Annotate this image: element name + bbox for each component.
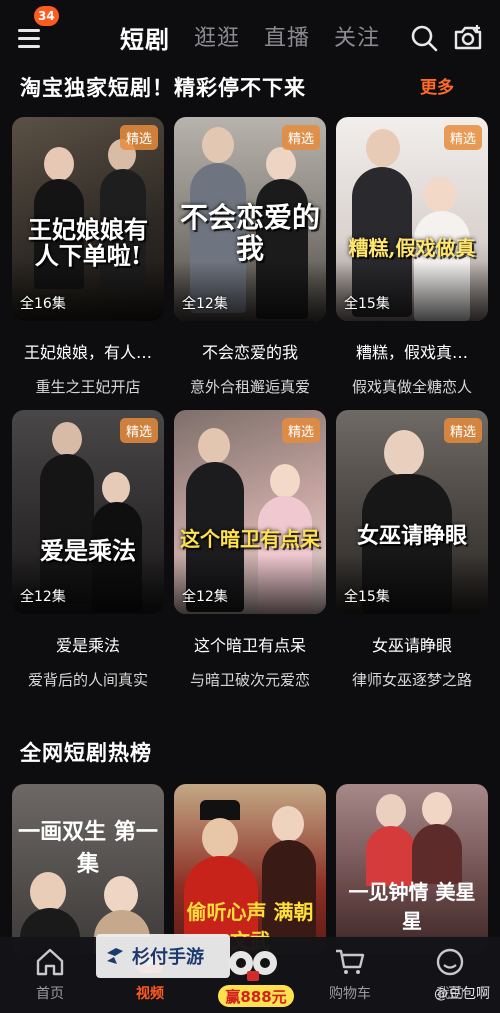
poster-title: 女巫请睁眼	[356, 523, 467, 549]
drama-card[interactable]: 糟糕,假戏做真 精选 全15集 糟糕，假戏真… 假戏真做全糖恋人	[336, 117, 488, 397]
poster-title: 糟糕,假戏做真	[348, 236, 476, 260]
episode-count: 全16集	[20, 296, 66, 312]
poster-title: 一画双生 第一集	[18, 819, 158, 877]
poster-title: 王妃娘娘有人下单啦!	[28, 215, 148, 271]
ranking-poster[interactable]: 一画双生 第一集	[12, 784, 164, 954]
drama-poster[interactable]: 这个暗卫有点呆 精选 全12集	[174, 410, 326, 614]
drama-poster[interactable]: 不会恋爱的我 精选 全12集	[174, 117, 326, 321]
nav-home[interactable]: 首页	[10, 945, 90, 1003]
poster-title: 爱是乘法	[40, 536, 136, 565]
nav-cart[interactable]: 购物车	[310, 945, 390, 1003]
poster-title: 不会恋爱的我	[180, 201, 321, 265]
card-subtitle: 重生之王妃开店	[35, 378, 141, 396]
episode-count: 全15集	[344, 589, 390, 605]
pick-tag: 精选	[119, 418, 158, 443]
watermark-logo: 杉付手游	[96, 934, 230, 978]
camera-icon[interactable]	[452, 22, 484, 54]
drama-card[interactable]: 这个暗卫有点呆 精选 全12集 这个暗卫有点呆 与暗卫破次元爱恋	[174, 410, 326, 690]
drama-card[interactable]: 王妃娘娘有人下单啦! 精选 全16集 王妃娘娘，有人… 重生之王妃开店	[12, 117, 164, 397]
search-icon[interactable]	[408, 22, 440, 54]
episode-count: 全12集	[182, 296, 228, 312]
more-link[interactable]: 更多	[420, 73, 454, 98]
exclusive-section-title: 淘宝独家短剧！精彩停不下来	[20, 76, 306, 100]
top-tabs: 短剧 逛逛 直播 关注	[120, 20, 380, 55]
card-subtitle: 假戏真做全糖恋人	[351, 378, 472, 396]
card-subtitle: 律师女巫逐梦之路	[351, 671, 472, 689]
pick-tag: 精选	[281, 125, 320, 150]
card-title: 女巫请睁眼	[371, 636, 452, 655]
tab-live[interactable]: 直播	[264, 20, 310, 55]
episode-count: 全15集	[344, 296, 390, 312]
pick-tag: 精选	[119, 125, 158, 150]
drama-poster[interactable]: 王妃娘娘有人下单啦! 精选 全16集	[12, 117, 164, 321]
pick-tag: 精选	[281, 418, 320, 443]
card-subtitle: 爱背后的人间真实	[27, 671, 148, 689]
tab-short-drama[interactable]: 短剧	[120, 20, 170, 55]
card-title: 不会恋爱的我	[201, 343, 298, 362]
notification-badge: 34	[34, 6, 59, 26]
cart-icon	[336, 949, 365, 974]
ranking-poster[interactable]: 偷听心声 满朝文武	[174, 784, 326, 954]
card-title: 王妃娘娘，有人…	[23, 343, 152, 362]
drama-poster[interactable]: 爱是乘法 精选 全12集	[12, 410, 164, 614]
home-icon	[36, 948, 64, 976]
tab-browse[interactable]: 逛逛	[194, 20, 240, 55]
nav-video-label: 视频	[136, 986, 164, 1002]
card-title: 爱是乘法	[55, 636, 120, 655]
logo-mark-icon	[107, 948, 123, 964]
episode-count: 全12集	[20, 589, 66, 605]
menu-icon	[18, 29, 40, 48]
profile-icon	[436, 948, 464, 976]
tab-follow[interactable]: 关注	[334, 20, 380, 55]
ranking-poster[interactable]: 一见钟情 美星星	[336, 784, 488, 954]
card-title: 这个暗卫有点呆	[193, 636, 306, 655]
nav-cart-label: 购物车	[329, 986, 371, 1002]
drama-poster[interactable]: 女巫请睁眼 精选 全15集	[336, 410, 488, 614]
corner-watermark: @豆包啊	[434, 986, 490, 1002]
top-bar: 34 短剧 逛逛 直播 关注	[0, 0, 500, 72]
pick-tag: 精选	[443, 125, 482, 150]
poster-title: 一见钟情 美星星	[348, 880, 476, 933]
episode-count: 全12集	[182, 589, 228, 605]
card-subtitle: 意外合租邂逅真爱	[189, 378, 310, 396]
pick-tag: 精选	[443, 418, 482, 443]
drama-card[interactable]: 爱是乘法 精选 全12集 爱是乘法 爱背后的人间真实	[12, 410, 164, 690]
menu-button[interactable]	[14, 22, 48, 52]
card-subtitle: 与暗卫破次元爱恋	[189, 671, 310, 689]
watermark-text: 杉付手游	[132, 947, 204, 968]
ranking-section-title: 全网短剧热榜	[20, 741, 152, 765]
nav-home-label: 首页	[36, 986, 64, 1002]
drama-card[interactable]: 不会恋爱的我 精选 全12集 不会恋爱的我 意外合租邂逅真爱	[174, 117, 326, 397]
promo-amount: 赢888元	[218, 985, 294, 1007]
card-title: 糟糕，假戏真…	[355, 343, 468, 362]
drama-card[interactable]: 女巫请睁眼 精选 全15集 女巫请睁眼 律师女巫逐梦之路	[336, 410, 488, 690]
drama-poster[interactable]: 糟糕,假戏做真 精选 全15集	[336, 117, 488, 321]
poster-title: 这个暗卫有点呆	[180, 527, 320, 551]
red-envelope-icon	[229, 951, 277, 981]
